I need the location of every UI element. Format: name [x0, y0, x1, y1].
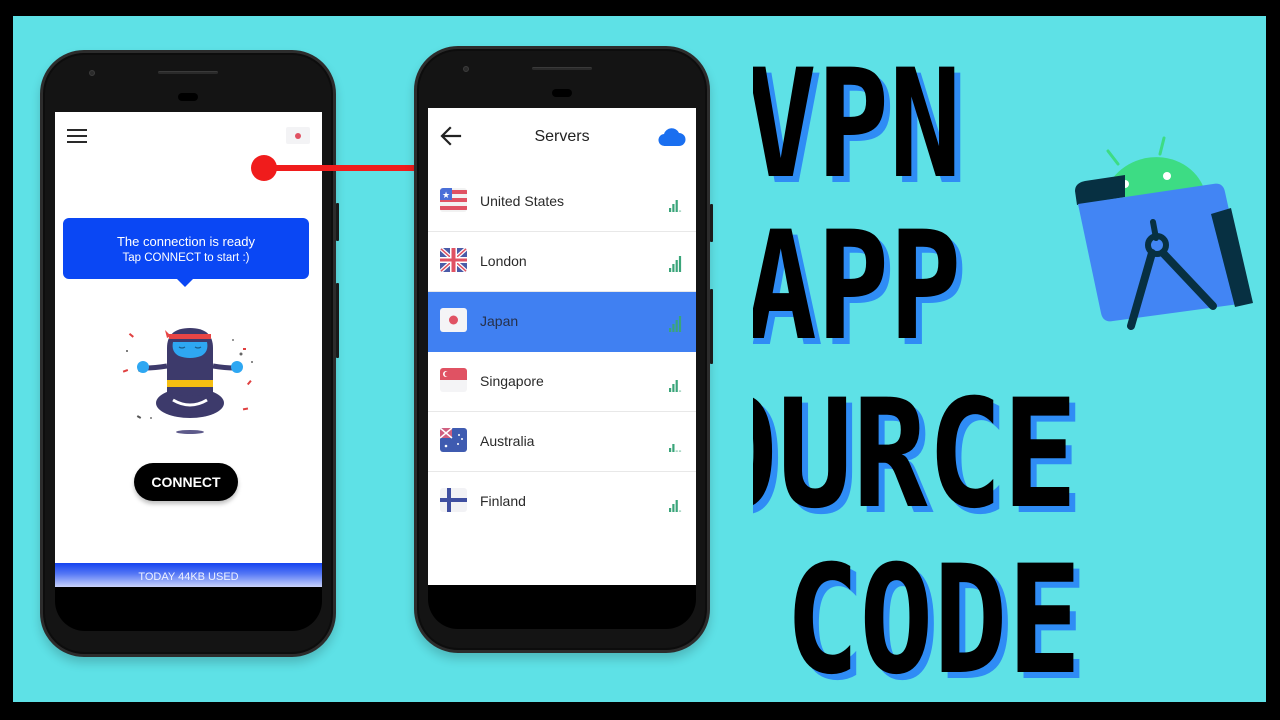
proximity-sensor — [552, 89, 572, 97]
selected-server-flag-japan-icon[interactable] — [286, 127, 310, 144]
us-flag-icon: ★ — [440, 188, 467, 212]
signal-strength-icon — [669, 495, 683, 512]
arrow-shaft — [264, 165, 434, 171]
meditating-ninja-illustration — [122, 328, 253, 434]
cloud-icon[interactable] — [658, 124, 686, 148]
data-usage-bar: TODAY 44KB USED — [55, 563, 322, 587]
signal-strength-icon — [669, 195, 683, 212]
servers-screen: Servers ★ United States London Japan Singapo… — [428, 108, 696, 585]
signal-bar — [675, 260, 678, 272]
signal-strength-icon — [669, 375, 683, 392]
server-name: Finland — [480, 493, 526, 509]
front-camera — [463, 66, 469, 72]
server-name: United States — [480, 193, 565, 209]
signal-bar — [672, 444, 675, 452]
signal-bar — [675, 200, 678, 212]
server-row-fi[interactable]: Finland — [428, 472, 696, 532]
server-name: Australia — [480, 433, 535, 449]
signal-bar — [672, 204, 675, 212]
jp-flag-icon — [440, 308, 467, 332]
signal-bar-empty — [678, 390, 682, 392]
hamburger-menu-icon[interactable] — [67, 129, 87, 145]
signal-bar — [678, 316, 682, 332]
signal-bar-empty — [678, 450, 682, 452]
volume-button — [336, 283, 339, 358]
earpiece-speaker — [158, 71, 218, 74]
page-title: Servers — [534, 128, 590, 145]
server-name: Japan — [480, 313, 519, 329]
power-button — [710, 204, 713, 242]
signal-bar — [675, 500, 678, 512]
ninja-headband — [169, 334, 211, 339]
signal-bar — [675, 320, 678, 332]
title-line-code: CODE — [785, 534, 1081, 696]
signal-strength-icon — [669, 315, 683, 332]
signal-bar — [678, 256, 682, 272]
sg-flag-icon — [440, 368, 467, 392]
title-line-app: APP — [753, 200, 961, 374]
connect-button[interactable]: CONNECT — [134, 463, 238, 501]
signal-bar — [669, 328, 672, 332]
signal-strength-icon — [669, 255, 683, 272]
uk-flag-icon — [440, 248, 467, 272]
server-name: Singapore — [480, 373, 544, 389]
phone-mockup-servers: Servers ★ United States London Japan Singapo… — [414, 46, 713, 653]
signal-bar-empty — [675, 450, 678, 452]
server-row-us[interactable]: ★ United States — [428, 172, 696, 232]
server-row-jp[interactable]: Japan — [428, 292, 696, 352]
svg-text:★: ★ — [442, 190, 450, 200]
tooltip-subtitle: Tap CONNECT to start :) — [122, 252, 250, 264]
signal-bar-empty — [678, 510, 682, 512]
signal-strength-icon — [669, 435, 683, 452]
power-button — [336, 203, 339, 241]
proximity-sensor — [178, 93, 198, 101]
signal-bar — [669, 268, 672, 272]
au-flag-icon — [440, 428, 467, 452]
signal-bar — [669, 388, 672, 392]
server-row-uk[interactable]: London — [428, 232, 696, 292]
signal-bar — [675, 380, 678, 392]
phone-mockup-home: The connection is ready Tap CONNECT to s… — [40, 50, 339, 657]
ninja-belt — [167, 380, 213, 387]
signal-bar-empty — [678, 210, 682, 212]
earpiece-speaker — [532, 67, 592, 70]
front-camera — [89, 70, 95, 76]
server-row-sg[interactable]: Singapore — [428, 352, 696, 412]
connection-status-tooltip: The connection is ready Tap CONNECT to s… — [63, 218, 309, 287]
title-line-vpn: VPN — [753, 38, 961, 212]
server-list: ★ United States London Japan Singapore Austra… — [428, 172, 696, 532]
server-name: London — [480, 253, 527, 269]
signal-bar — [669, 208, 672, 212]
servers-app-bar: Servers — [428, 108, 696, 168]
thumbnail-canvas: The connection is ready Tap CONNECT to s… — [13, 16, 1266, 702]
android-studio-logo-icon — [1075, 136, 1253, 330]
server-row-au[interactable]: Australia — [428, 412, 696, 472]
phone-bottom-bezel — [428, 585, 696, 629]
volume-button — [710, 289, 713, 364]
signal-bar — [669, 508, 672, 512]
signal-bar — [672, 384, 675, 392]
signal-bar — [669, 448, 672, 452]
title-line-source: SOURCE — [753, 367, 1077, 542]
signal-bar — [672, 324, 675, 332]
tooltip-title: The connection is ready — [116, 234, 256, 249]
phone-bottom-bezel — [55, 587, 322, 631]
fi-flag-icon — [440, 488, 467, 512]
signal-bar — [672, 264, 675, 272]
signal-bar — [672, 504, 675, 512]
